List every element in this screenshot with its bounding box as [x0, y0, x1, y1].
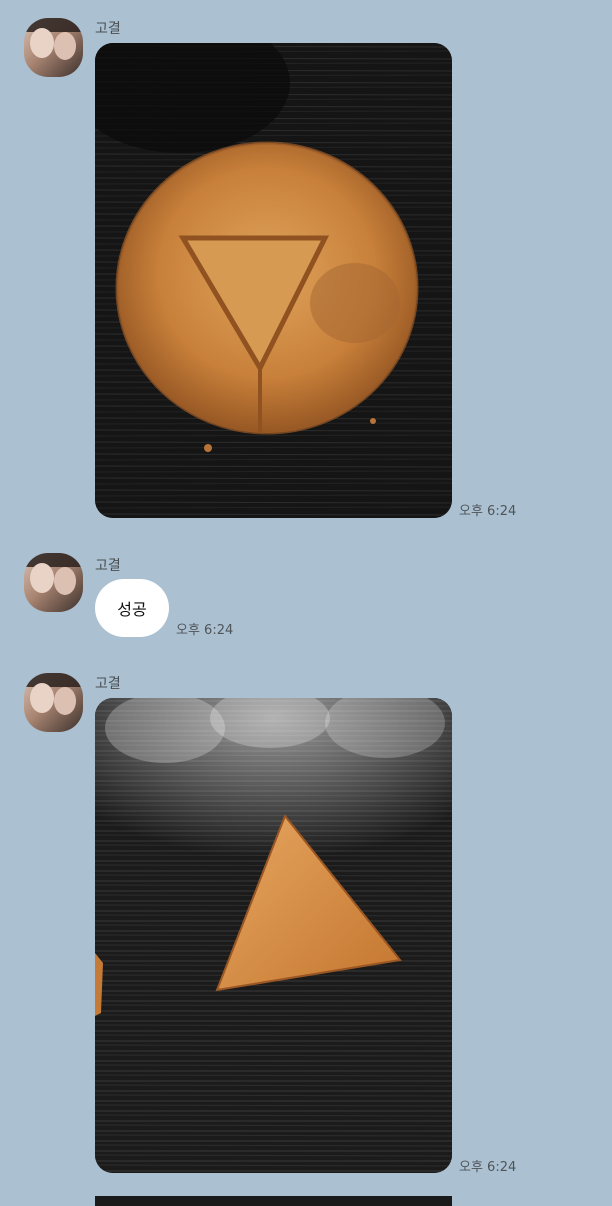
avatar-face [54, 32, 76, 60]
photo-message[interactable] [95, 43, 452, 518]
avatar-face [30, 683, 54, 713]
sender-avatar[interactable] [24, 673, 83, 732]
avatar-hair [24, 18, 83, 32]
message-timestamp: 오후 6:24 [176, 623, 234, 638]
avatar-face [54, 567, 76, 595]
dalgona-circle-photo [95, 43, 452, 518]
text-message-bubble[interactable]: 성공 [95, 579, 169, 637]
sender-name: 고결 [95, 21, 121, 37]
dalgona-triangle-photo [95, 698, 452, 1173]
avatar-face [54, 687, 76, 715]
message-timestamp: 오후 6:24 [459, 504, 517, 519]
avatar-hair [24, 673, 83, 687]
avatar-face [30, 28, 54, 58]
avatar-face [30, 563, 54, 593]
sender-name: 고결 [95, 676, 121, 692]
photo-message[interactable] [95, 698, 452, 1173]
message-text: 성공 [117, 600, 147, 619]
avatar-hair [24, 553, 83, 567]
sender-avatar[interactable] [24, 553, 83, 612]
sender-name: 고결 [95, 558, 121, 574]
next-photo-message[interactable] [95, 1196, 452, 1206]
sender-avatar[interactable] [24, 18, 83, 77]
message-timestamp: 오후 6:24 [459, 1160, 517, 1175]
